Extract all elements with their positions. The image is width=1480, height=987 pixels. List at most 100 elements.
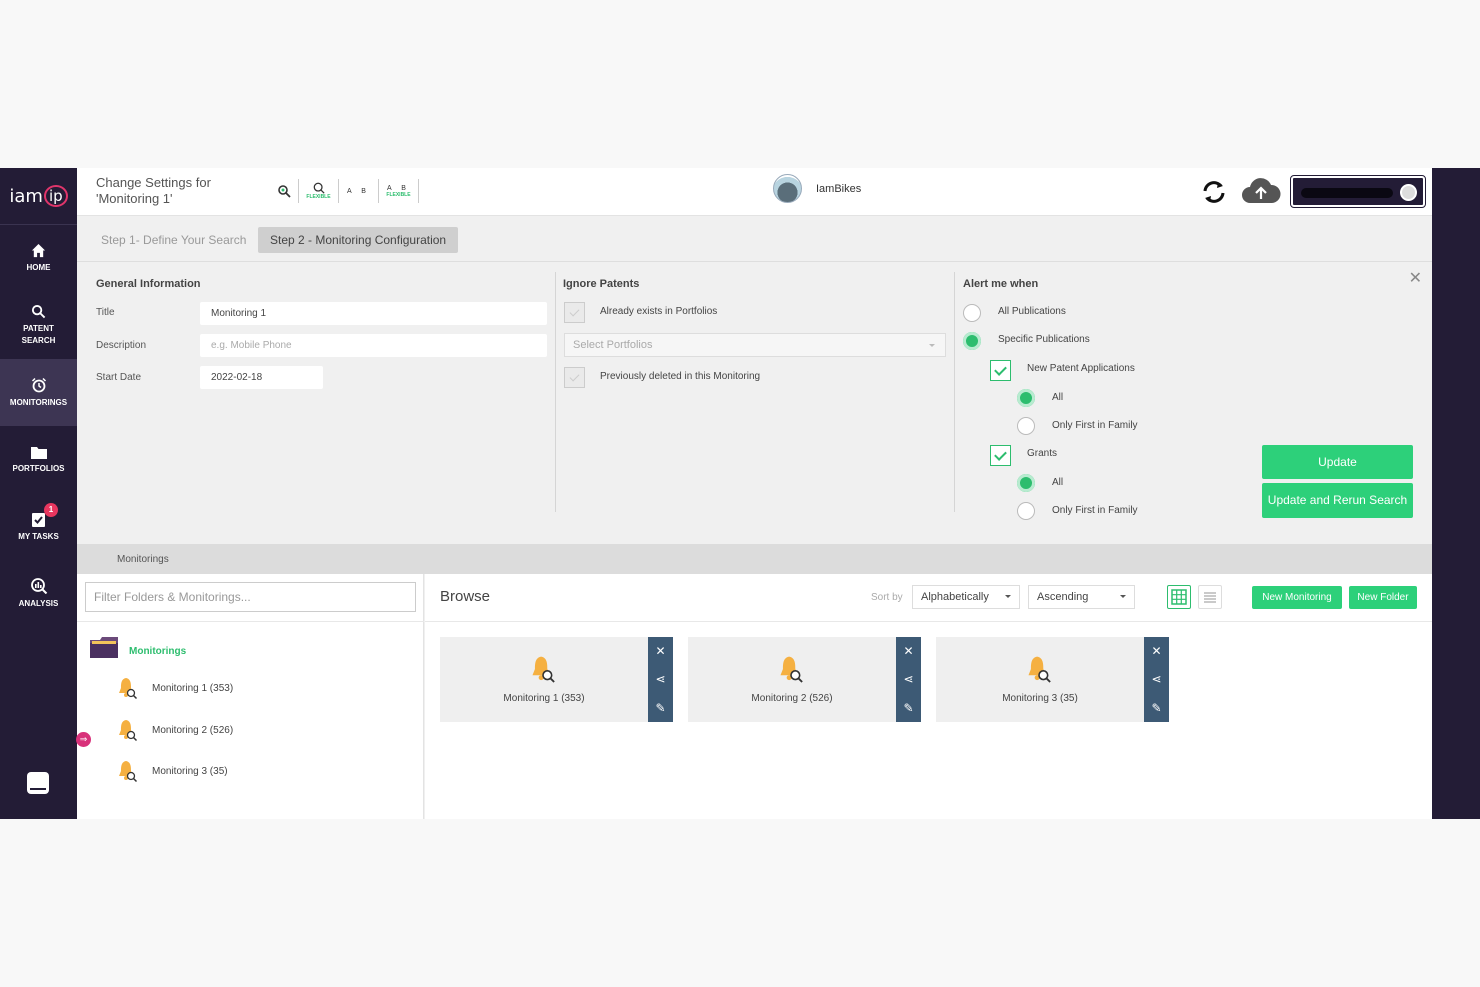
monitoring-card[interactable]: Monitoring 1 (353) ✕ ⋖ ✎ <box>440 637 673 722</box>
already-exists-checkbox[interactable] <box>564 302 585 323</box>
user-menu-button[interactable] <box>1290 175 1426 208</box>
folder-tree-panel: Filter Folders & Monitorings... Monitori… <box>77 574 424 819</box>
monitoring-card[interactable]: Monitoring 3 (35) ✕ ⋖ ✎ <box>936 637 1169 722</box>
filter-input[interactable]: Filter Folders & Monitorings... <box>85 582 416 612</box>
sort-order-dropdown[interactable]: Ascending <box>1028 585 1135 609</box>
share-icon[interactable]: ⋖ <box>1151 673 1161 685</box>
tree-item-monitoring-3[interactable]: Monitoring 3 (35) <box>117 758 228 784</box>
bell-search-icon <box>119 761 138 783</box>
sidebar: iam ip HOME PATENT SEARCH MONITORINGS POR… <box>0 168 77 819</box>
column-divider <box>954 272 955 512</box>
npa-all-label: All <box>1052 392 1064 403</box>
bell-search-icon <box>780 656 803 683</box>
specific-publications-label: Specific Publications <box>998 334 1090 345</box>
new-patent-applications-checkbox[interactable] <box>990 360 1011 381</box>
tree-item-monitoring-1[interactable]: Monitoring 1 (353) <box>117 675 233 701</box>
bell-search-icon <box>1028 656 1051 683</box>
grid-icon <box>1171 589 1187 605</box>
search-refresh-button[interactable] <box>269 179 299 203</box>
grants-all-label: All <box>1052 477 1064 488</box>
nav-my-tasks[interactable]: 1 MY TASKS <box>0 493 77 560</box>
logo[interactable]: iam ip <box>0 168 77 225</box>
tree-item-label: Monitoring 2 (526) <box>152 724 234 736</box>
nav-home[interactable]: HOME <box>0 225 77 292</box>
specific-publications-radio[interactable] <box>963 332 981 350</box>
nav-patent-search[interactable]: PATENT SEARCH <box>0 292 77 359</box>
nav-portfolios-label: PORTFOLIOS <box>12 463 65 473</box>
all-publications-radio[interactable] <box>963 304 981 322</box>
grants-first-family-label: Only First in Family <box>1052 505 1138 516</box>
description-label: Description <box>96 340 147 351</box>
nav-portfolios[interactable]: PORTFOLIOS <box>0 426 77 493</box>
search-icon <box>31 304 46 319</box>
org-switcher[interactable]: IamBikes <box>773 174 861 203</box>
new-folder-button[interactable]: New Folder <box>1349 586 1417 609</box>
monitorings-section-header: Monitorings <box>77 544 1432 574</box>
sort-by-label: Sort by <box>871 592 903 603</box>
nav-monitorings-label: MONITORINGS <box>9 397 68 407</box>
monitoring-card[interactable]: Monitoring 2 (526) ✕ ⋖ ✎ <box>688 637 921 722</box>
grants-all-radio[interactable] <box>1017 474 1035 492</box>
new-monitoring-button[interactable]: New Monitoring <box>1252 586 1342 609</box>
top-bar: Change Settings for 'Monitoring 1' FLEXI… <box>77 168 1432 216</box>
ab-compare-label: A B <box>347 187 370 195</box>
nav-analysis[interactable]: ANALYSIS <box>0 560 77 627</box>
card-actions: ✕ ⋖ ✎ <box>896 637 921 722</box>
alert-heading: Alert me when <box>963 278 1039 290</box>
tab-step-2[interactable]: Step 2 - Monitoring Configuration <box>258 227 459 253</box>
tree-divider <box>77 621 424 622</box>
grants-first-family-radio[interactable] <box>1017 502 1035 520</box>
tab-step-1[interactable]: Step 1- Define Your Search <box>89 227 258 253</box>
description-input[interactable]: e.g. Mobile Phone <box>200 334 547 357</box>
card-label: Monitoring 2 (526) <box>751 693 833 704</box>
close-icon[interactable]: ✕ <box>1151 645 1161 657</box>
ab-compare-button[interactable]: A B <box>339 179 379 203</box>
browse-divider <box>425 621 1432 622</box>
tasks-badge: 1 <box>44 503 58 517</box>
start-date-input[interactable]: 2022-02-18 <box>200 366 323 389</box>
close-icon[interactable]: ✕ <box>1409 268 1422 288</box>
browse-title: Browse <box>440 588 491 605</box>
update-button[interactable]: Update <box>1262 445 1413 479</box>
list-view-button[interactable] <box>1198 585 1222 609</box>
ignore-patents-heading: Ignore Patents <box>563 278 640 290</box>
expand-panel-icon[interactable]: ⇒ <box>76 732 91 747</box>
card-actions: ✕ ⋖ ✎ <box>648 637 673 722</box>
edit-icon[interactable]: ✎ <box>1151 702 1161 714</box>
sync-icon[interactable] <box>1201 179 1227 205</box>
nav-monitorings[interactable]: MONITORINGS <box>0 359 77 426</box>
chat-icon[interactable] <box>27 772 49 794</box>
grid-view-button[interactable] <box>1167 585 1191 609</box>
edit-icon[interactable]: ✎ <box>655 702 665 714</box>
folder-icon <box>30 446 47 459</box>
edit-icon[interactable]: ✎ <box>903 702 913 714</box>
close-icon[interactable]: ✕ <box>655 645 665 657</box>
folder-monitorings-label[interactable]: Monitorings <box>129 646 186 657</box>
analysis-icon <box>30 578 47 594</box>
bell-search-icon <box>119 720 138 742</box>
sort-field-dropdown[interactable]: Alphabetically <box>912 585 1020 609</box>
grants-checkbox[interactable] <box>990 445 1011 466</box>
update-rerun-button[interactable]: Update and Rerun Search <box>1262 483 1413 518</box>
npa-all-radio[interactable] <box>1017 389 1035 407</box>
folder-icon[interactable] <box>90 636 118 658</box>
previously-deleted-checkbox[interactable] <box>564 367 585 388</box>
close-icon[interactable]: ✕ <box>903 645 913 657</box>
nav-my-tasks-label: MY TASKS <box>18 531 59 541</box>
npa-first-family-radio[interactable] <box>1017 417 1035 435</box>
share-icon[interactable]: ⋖ <box>655 673 665 685</box>
title-input[interactable]: Monitoring 1 <box>200 302 547 325</box>
bell-search-icon <box>532 656 555 683</box>
ab-flexible-button[interactable]: A B FLEXIBLE <box>379 179 419 203</box>
nav-home-label: HOME <box>26 263 51 272</box>
tree-item-monitoring-2[interactable]: Monitoring 2 (526) <box>117 717 233 743</box>
search-refresh-icon <box>277 185 291 198</box>
share-icon[interactable]: ⋖ <box>903 673 913 685</box>
new-patent-applications-label: New Patent Applications <box>1027 363 1135 374</box>
select-portfolios-dropdown[interactable]: Select Portfolios <box>564 333 946 357</box>
alarm-clock-icon <box>31 377 46 392</box>
step-tabs: Step 1- Define Your Search Step 2 - Moni… <box>77 217 1432 260</box>
cloud-upload-icon[interactable] <box>1241 177 1281 205</box>
flexible-search-button[interactable]: FLEXIBLE <box>299 179 339 203</box>
tree-item-label: Monitoring 1 (353) <box>152 682 234 694</box>
